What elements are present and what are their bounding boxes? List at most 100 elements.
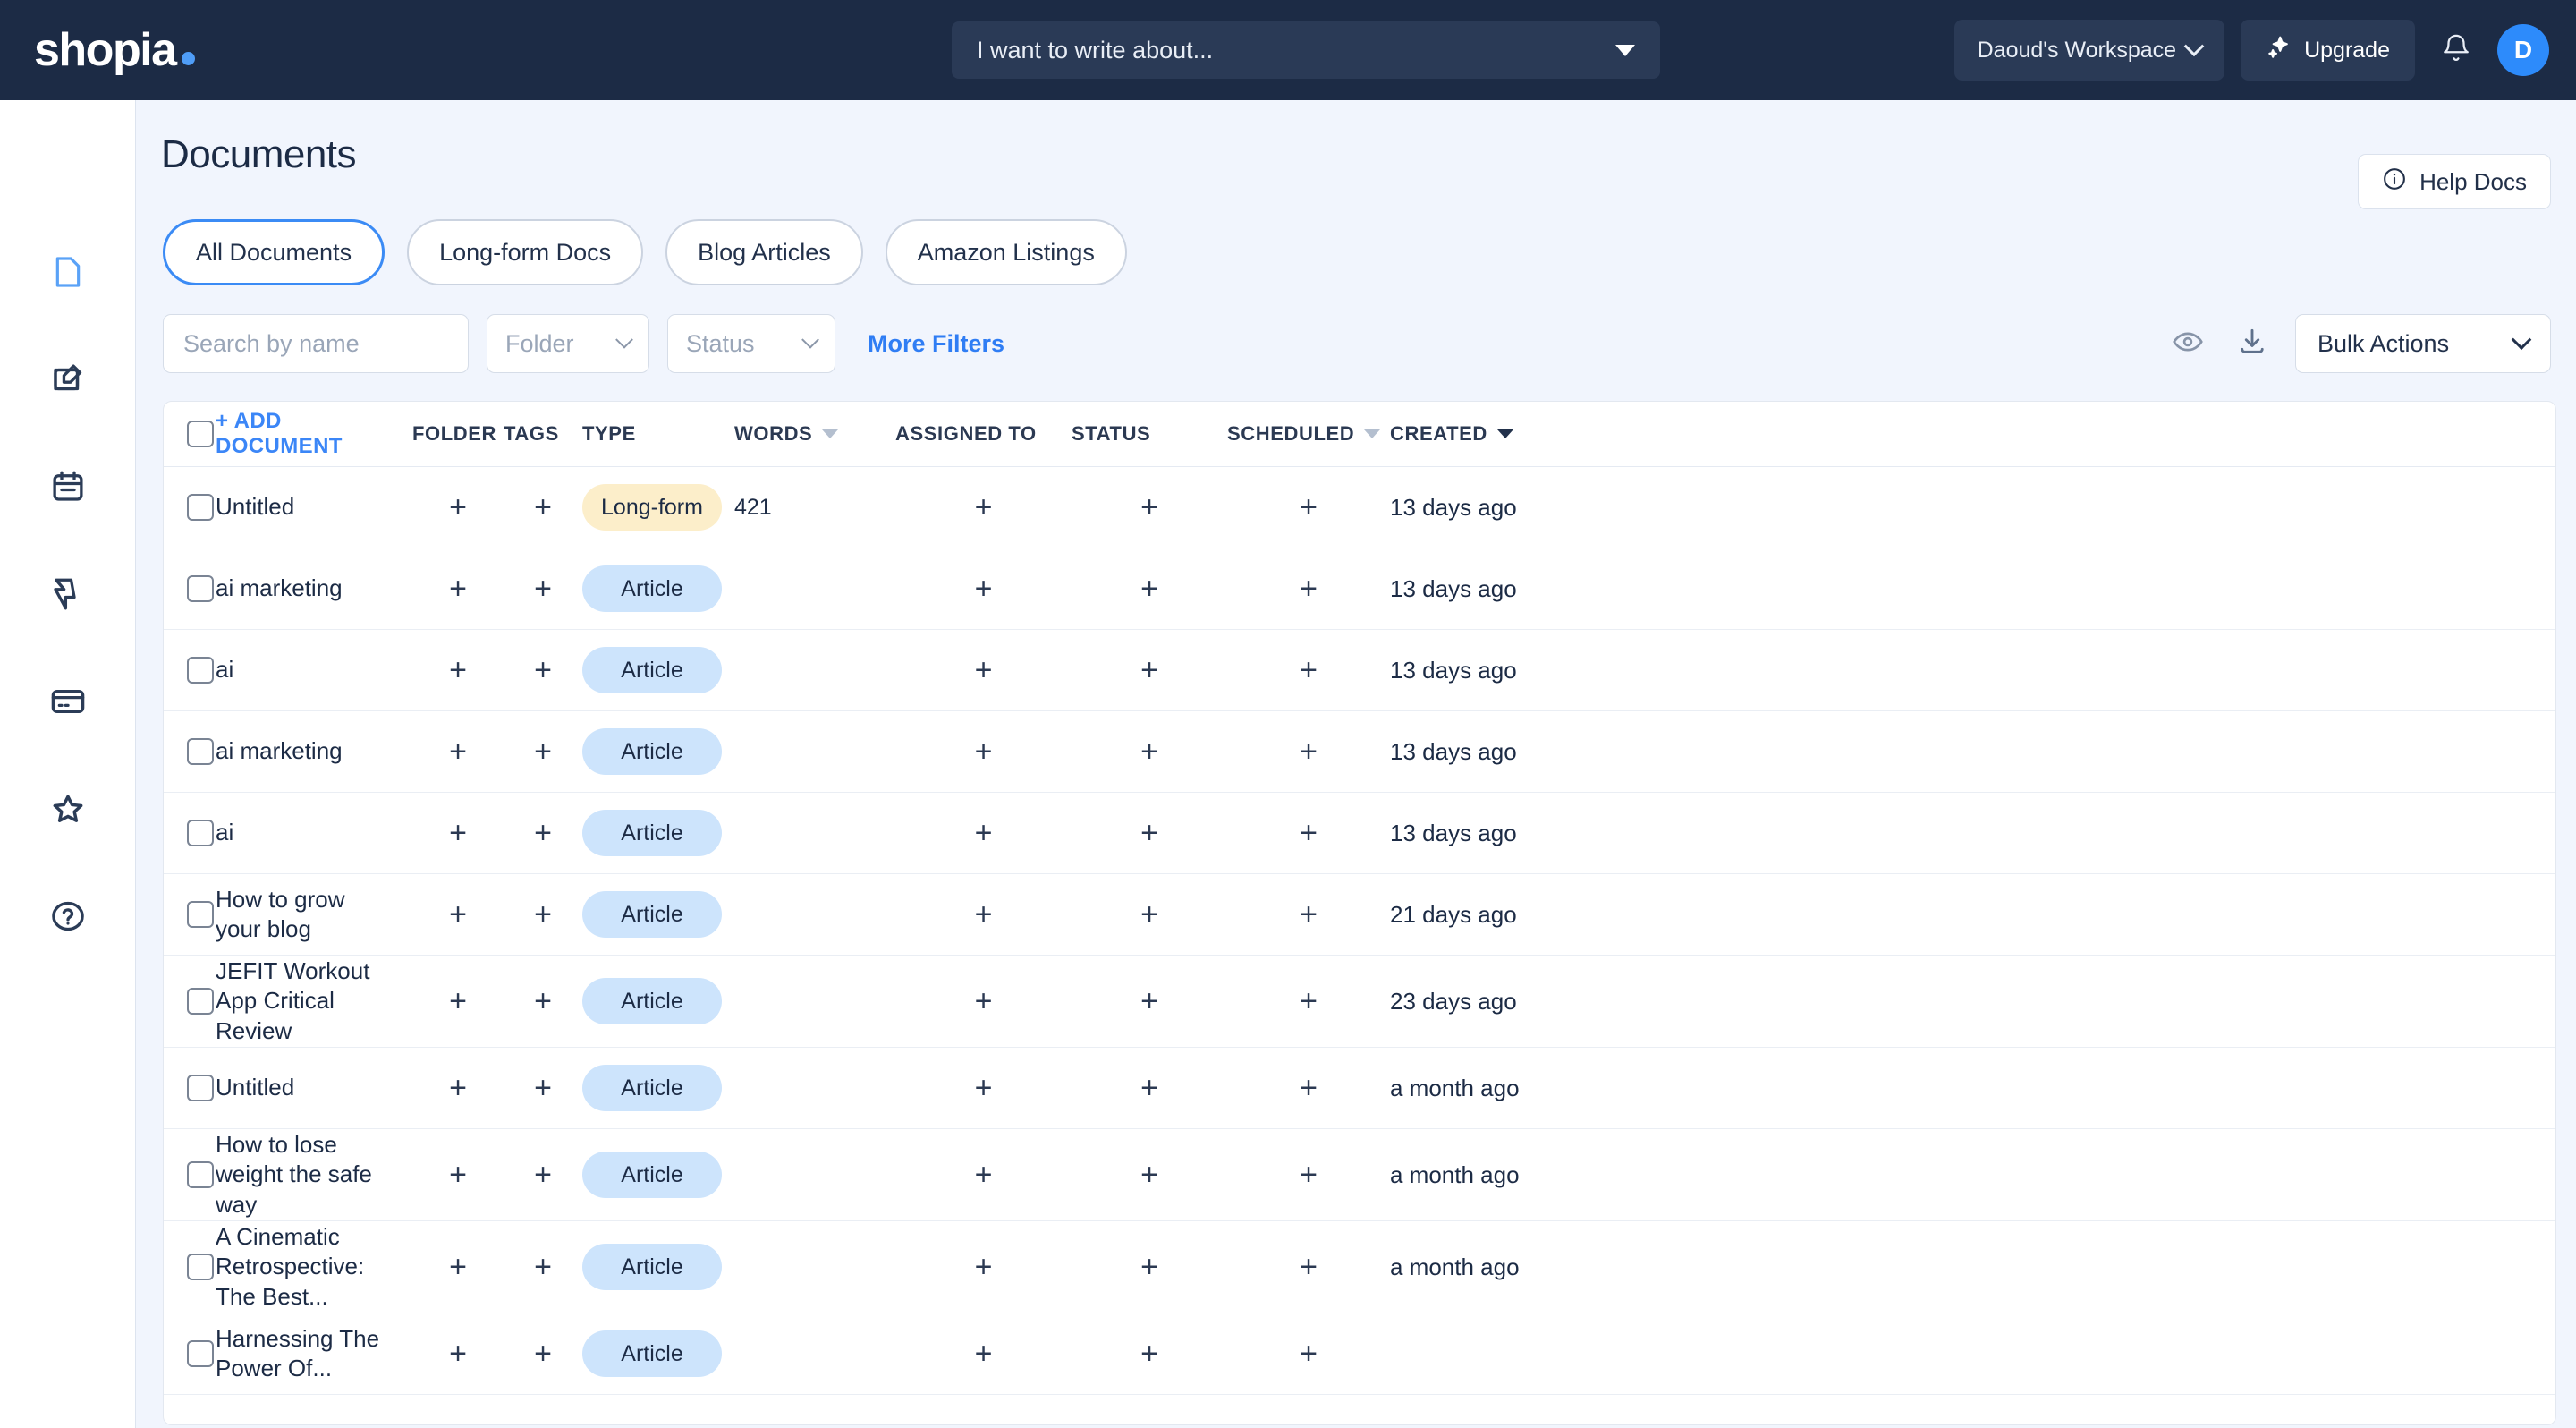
- table-row[interactable]: How to lose weight the safe way++Article…: [164, 1129, 2555, 1221]
- add-folder-button[interactable]: +: [449, 574, 467, 604]
- add-folder-button[interactable]: +: [449, 1339, 467, 1369]
- add-assignee-button[interactable]: +: [975, 1160, 993, 1190]
- add-assignee-button[interactable]: +: [975, 1339, 993, 1369]
- tab-blog-articles[interactable]: Blog Articles: [665, 219, 863, 285]
- add-status-button[interactable]: +: [1140, 736, 1158, 767]
- sidebar-item-billing[interactable]: [43, 678, 93, 728]
- document-name[interactable]: How to lose weight the safe way: [216, 1130, 394, 1220]
- column-header-scheduled[interactable]: SCHEDULED: [1227, 422, 1390, 446]
- table-row[interactable]: ai marketing++Article+++13 days ago: [164, 548, 2555, 630]
- column-header-type[interactable]: TYPE: [582, 422, 734, 446]
- table-row[interactable]: ai marketing++Article+++13 days ago: [164, 711, 2555, 793]
- add-tag-button[interactable]: +: [534, 492, 552, 523]
- add-assignee-button[interactable]: +: [975, 492, 993, 523]
- document-name[interactable]: Harnessing The Power Of...: [216, 1324, 394, 1384]
- document-name[interactable]: ai marketing: [216, 574, 394, 603]
- add-schedule-button[interactable]: +: [1300, 899, 1318, 930]
- download-button[interactable]: [2231, 322, 2274, 365]
- help-docs-button[interactable]: Help Docs: [2358, 154, 2551, 209]
- row-checkbox[interactable]: [187, 1075, 214, 1101]
- sidebar-item-documents[interactable]: [43, 249, 93, 299]
- row-checkbox[interactable]: [187, 1161, 214, 1188]
- row-checkbox[interactable]: [187, 1254, 214, 1280]
- bulk-actions-select[interactable]: Bulk Actions: [2295, 314, 2551, 373]
- add-folder-button[interactable]: +: [449, 1073, 467, 1103]
- add-schedule-button[interactable]: +: [1300, 574, 1318, 604]
- tab-all-documents[interactable]: All Documents: [163, 219, 385, 285]
- notifications-button[interactable]: [2431, 23, 2481, 77]
- add-status-button[interactable]: +: [1140, 1339, 1158, 1369]
- add-tag-button[interactable]: +: [534, 986, 552, 1016]
- column-header-folder[interactable]: FOLDER: [412, 422, 504, 446]
- row-checkbox[interactable]: [187, 820, 214, 846]
- add-assignee-button[interactable]: +: [975, 736, 993, 767]
- document-name[interactable]: ai: [216, 655, 394, 684]
- tab-long-form-docs[interactable]: Long-form Docs: [407, 219, 643, 285]
- add-tag-button[interactable]: +: [534, 1339, 552, 1369]
- row-checkbox[interactable]: [187, 494, 214, 521]
- document-name[interactable]: A Cinematic Retrospective: The Best...: [216, 1222, 394, 1312]
- table-row[interactable]: ai++Article+++13 days ago: [164, 793, 2555, 874]
- add-assignee-button[interactable]: +: [975, 818, 993, 848]
- add-schedule-button[interactable]: +: [1300, 986, 1318, 1016]
- add-folder-button[interactable]: +: [449, 1160, 467, 1190]
- column-header-words[interactable]: WORDS: [734, 422, 895, 446]
- document-name[interactable]: Untitled: [216, 492, 394, 522]
- add-status-button[interactable]: +: [1140, 986, 1158, 1016]
- table-row[interactable]: Untitled++Long-form421+++13 days ago: [164, 467, 2555, 548]
- add-folder-button[interactable]: +: [449, 655, 467, 685]
- document-name[interactable]: ai marketing: [216, 736, 394, 766]
- add-folder-button[interactable]: +: [449, 818, 467, 848]
- add-status-button[interactable]: +: [1140, 574, 1158, 604]
- add-folder-button[interactable]: +: [449, 1252, 467, 1282]
- add-schedule-button[interactable]: +: [1300, 1339, 1318, 1369]
- column-header-assigned-to[interactable]: ASSIGNED TO: [895, 422, 1072, 446]
- app-logo[interactable]: shopia: [34, 23, 195, 77]
- column-header-status[interactable]: STATUS: [1072, 422, 1227, 446]
- add-status-button[interactable]: +: [1140, 818, 1158, 848]
- add-assignee-button[interactable]: +: [975, 899, 993, 930]
- add-schedule-button[interactable]: +: [1300, 492, 1318, 523]
- upgrade-button[interactable]: Upgrade: [2241, 20, 2415, 81]
- document-name[interactable]: JEFIT Workout App Critical Review: [216, 956, 394, 1046]
- sidebar-item-editor[interactable]: [43, 356, 93, 406]
- add-document-button[interactable]: + ADD DOCUMENT: [216, 409, 412, 459]
- select-all-checkbox[interactable]: [187, 421, 214, 447]
- avatar[interactable]: D: [2497, 24, 2549, 76]
- add-folder-button[interactable]: +: [449, 736, 467, 767]
- add-tag-button[interactable]: +: [534, 1160, 552, 1190]
- add-assignee-button[interactable]: +: [975, 1073, 993, 1103]
- add-schedule-button[interactable]: +: [1300, 655, 1318, 685]
- row-checkbox[interactable]: [187, 1340, 214, 1367]
- add-assignee-button[interactable]: +: [975, 986, 993, 1016]
- add-status-button[interactable]: +: [1140, 899, 1158, 930]
- sidebar-item-favorites[interactable]: [43, 786, 93, 836]
- add-assignee-button[interactable]: +: [975, 574, 993, 604]
- add-folder-button[interactable]: +: [449, 986, 467, 1016]
- column-header-created[interactable]: CREATED: [1390, 422, 2555, 446]
- add-tag-button[interactable]: +: [534, 655, 552, 685]
- add-schedule-button[interactable]: +: [1300, 1073, 1318, 1103]
- table-row[interactable]: How to grow your blog++Article+++21 days…: [164, 874, 2555, 956]
- add-status-button[interactable]: +: [1140, 655, 1158, 685]
- more-filters-link[interactable]: More Filters: [868, 330, 1004, 358]
- row-checkbox[interactable]: [187, 988, 214, 1015]
- column-header-tags[interactable]: TAGS: [504, 422, 582, 446]
- tab-amazon-listings[interactable]: Amazon Listings: [886, 219, 1127, 285]
- document-name[interactable]: Untitled: [216, 1073, 394, 1102]
- add-tag-button[interactable]: +: [534, 1252, 552, 1282]
- sidebar-item-calendar[interactable]: [43, 463, 93, 514]
- add-tag-button[interactable]: +: [534, 574, 552, 604]
- search-input[interactable]: [163, 314, 469, 373]
- add-tag-button[interactable]: +: [534, 899, 552, 930]
- add-tag-button[interactable]: +: [534, 818, 552, 848]
- add-schedule-button[interactable]: +: [1300, 1252, 1318, 1282]
- row-checkbox[interactable]: [187, 738, 214, 765]
- add-assignee-button[interactable]: +: [975, 1252, 993, 1282]
- add-schedule-button[interactable]: +: [1300, 736, 1318, 767]
- sort-caret-icon[interactable]: [822, 429, 838, 438]
- add-folder-button[interactable]: +: [449, 492, 467, 523]
- table-row[interactable]: Harnessing The Power Of...++Article+++: [164, 1313, 2555, 1395]
- add-status-button[interactable]: +: [1140, 1160, 1158, 1190]
- row-checkbox[interactable]: [187, 901, 214, 928]
